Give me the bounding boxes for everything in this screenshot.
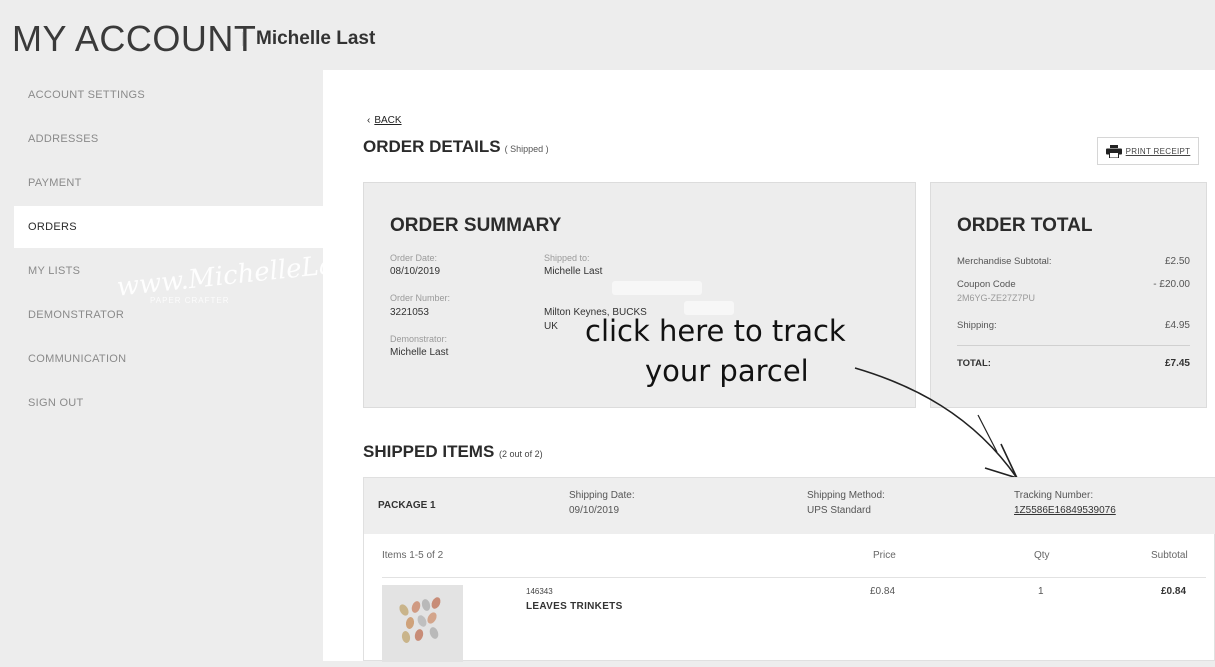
shipped-items-title: SHIPPED ITEMS — [363, 442, 495, 461]
item-sku: 146343 — [526, 587, 553, 596]
sidebar: ACCOUNT SETTINGS ADDRESSES PAYMENT ORDER… — [0, 70, 438, 661]
items-divider — [382, 577, 1206, 578]
sidebar-item-communication[interactable]: COMMUNICATION — [14, 338, 323, 380]
sidebar-item-label: COMMUNICATION — [28, 353, 127, 365]
sidebar-item-label: DEMONSTRATOR — [28, 309, 125, 321]
package-panel: PACKAGE 1 Shipping Date: 09/10/2019 Ship… — [363, 477, 1215, 662]
sidebar-item-label: PAYMENT — [28, 177, 82, 189]
item-qty: 1 — [1038, 586, 1044, 597]
shipping-method-value: UPS Standard — [807, 505, 871, 516]
column-header-price: Price — [873, 550, 896, 561]
product-thumbnail[interactable] — [382, 585, 463, 662]
column-header-qty: Qty — [1034, 550, 1050, 561]
shipping-method-label: Shipping Method: — [807, 490, 885, 501]
sidebar-item-orders[interactable]: ORDERS — [14, 206, 323, 248]
package-name: PACKAGE 1 — [378, 500, 436, 511]
package-header: PACKAGE 1 Shipping Date: 09/10/2019 Ship… — [364, 478, 1215, 534]
sidebar-item-label: ACCOUNT SETTINGS — [28, 89, 146, 101]
item-price: £0.84 — [870, 586, 896, 597]
sidebar-item-payment[interactable]: PAYMENT — [14, 162, 323, 204]
tracking-number-label: Tracking Number: — [1014, 490, 1094, 501]
sidebar-item-sign-out[interactable]: SIGN OUT — [14, 382, 323, 424]
page-title: MY ACCOUNT — [12, 18, 257, 59]
watermark-subtitle: PAPER CRAFTER — [150, 296, 230, 305]
sidebar-item-label: ORDERS — [28, 221, 77, 233]
item-name[interactable]: LEAVES TRINKETS — [526, 601, 623, 612]
main-content: ‹ BACK ORDER DETAILS( Shipped ) PRINT REC… — [323, 70, 1215, 662]
leaves-trinkets-image — [399, 597, 441, 643]
shipping-date-label: Shipping Date: — [569, 490, 635, 501]
tracking-number-link[interactable]: 1Z5586E16849539076 — [1014, 505, 1116, 516]
shipped-items-count: (2 out of 2) — [499, 449, 543, 459]
items-range: Items 1-5 of 2 — [382, 550, 444, 561]
sidebar-item-label: SIGN OUT — [28, 397, 84, 409]
sidebar-item-label: ADDRESSES — [28, 133, 99, 145]
column-header-subtotal: Subtotal — [1151, 550, 1188, 561]
shipping-date-value: 09/10/2019 — [569, 505, 620, 516]
account-user-name: Michelle Last — [256, 28, 376, 49]
header-divider — [242, 32, 243, 46]
sidebar-item-label: MY LISTS — [28, 265, 81, 277]
page-header: MY ACCOUNT Michelle Last — [0, 0, 1215, 70]
sidebar-item-account-settings[interactable]: ACCOUNT SETTINGS — [14, 74, 323, 116]
item-subtotal: £0.84 — [1161, 586, 1187, 597]
sidebar-item-addresses[interactable]: ADDRESSES — [14, 118, 323, 160]
shipped-items-heading: SHIPPED ITEMS (2 out of 2) — [363, 442, 543, 462]
